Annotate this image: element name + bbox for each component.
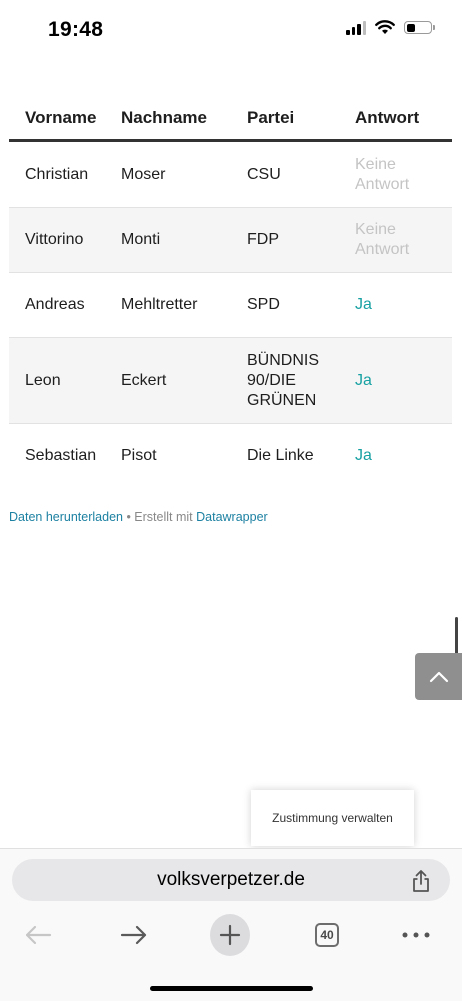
cellular-icon xyxy=(346,20,366,35)
cell-vorname: Leon xyxy=(25,371,61,389)
cell-nachname: Moser xyxy=(121,165,166,183)
cell-antwort: Ja xyxy=(355,447,372,464)
url-text: volksverpetzer.de xyxy=(157,869,305,890)
header-partei: Partei xyxy=(247,107,295,127)
more-icon xyxy=(402,932,430,938)
back-to-top-button[interactable] xyxy=(415,653,462,700)
table-header: Vorname Nachname Partei Antwort xyxy=(9,96,452,142)
consent-label: Zustimmung verwalten xyxy=(272,811,393,825)
browser-toolbar: volksverpetzer.de 40 xyxy=(0,848,462,1001)
table-row: Christian Moser CSU Keine Antwort xyxy=(9,142,452,208)
back-arrow-icon xyxy=(25,925,52,945)
cell-nachname: Mehltretter xyxy=(121,296,198,313)
cell-nachname: Pisot xyxy=(121,447,157,464)
download-data-link[interactable]: Daten herunterladen xyxy=(9,510,123,524)
tabs-button[interactable]: 40 xyxy=(307,915,347,955)
back-button[interactable] xyxy=(18,915,58,955)
address-bar[interactable]: volksverpetzer.de xyxy=(12,859,450,901)
more-button[interactable] xyxy=(396,915,436,955)
cell-antwort: Ja xyxy=(355,296,372,313)
cell-antwort: Keine Antwort xyxy=(355,221,410,258)
cell-partei: SPD xyxy=(247,296,280,313)
home-indicator xyxy=(150,986,313,991)
cell-vorname: Sebastian xyxy=(25,447,97,464)
tabs-icon: 40 xyxy=(315,923,339,947)
data-table: Vorname Nachname Partei Antwort Christia… xyxy=(9,96,452,488)
cell-vorname: Christian xyxy=(25,165,89,183)
tab-count: 40 xyxy=(320,928,334,942)
header-antwort: Antwort xyxy=(355,107,420,127)
forward-button[interactable] xyxy=(114,915,154,955)
status-time: 19:48 xyxy=(48,18,104,41)
wifi-icon xyxy=(375,20,395,34)
cell-vorname: Vittorino xyxy=(25,231,84,248)
status-icons xyxy=(346,20,435,35)
new-tab-button[interactable] xyxy=(210,914,250,956)
cell-antwort: Ja xyxy=(355,371,372,389)
cell-partei: CSU xyxy=(247,165,281,183)
new-tab-circle xyxy=(210,914,250,956)
chart-credit: Daten herunterladen • Erstellt mit Dataw… xyxy=(9,510,268,524)
table-row: Andreas Mehltretter SPD Ja xyxy=(9,273,452,338)
plus-icon xyxy=(219,924,241,946)
cell-antwort: Keine Antwort xyxy=(355,155,410,193)
share-icon[interactable] xyxy=(410,869,432,893)
table-row: Sebastian Pisot Die Linke Ja xyxy=(9,424,452,488)
cell-partei: Die Linke xyxy=(247,447,314,464)
cell-nachname: Monti xyxy=(121,231,161,248)
credit-separator: • Erstellt mit xyxy=(122,510,197,524)
status-bar: 19:48 xyxy=(0,0,462,60)
cell-nachname: Eckert xyxy=(121,371,167,389)
consent-manage-button[interactable]: Zustimmung verwalten xyxy=(251,790,414,846)
cell-partei: FDP xyxy=(247,231,279,248)
header-nachname: Nachname xyxy=(121,107,207,127)
table-row: Vittorino Monti FDP Keine Antwort xyxy=(9,208,452,273)
header-vorname: Vorname xyxy=(25,107,97,127)
cell-vorname: Andreas xyxy=(25,296,85,313)
datawrapper-link[interactable]: Datawrapper xyxy=(196,510,268,524)
battery-icon xyxy=(404,21,435,34)
chevron-up-icon xyxy=(429,671,448,682)
forward-arrow-icon xyxy=(120,925,147,945)
table-row: Leon Eckert BÜNDNIS 90/DIE GRÜNEN Ja xyxy=(9,338,452,424)
browser-nav-row: 40 xyxy=(0,914,462,956)
cell-partei: BÜNDNIS 90/DIE GRÜNEN xyxy=(247,351,320,409)
